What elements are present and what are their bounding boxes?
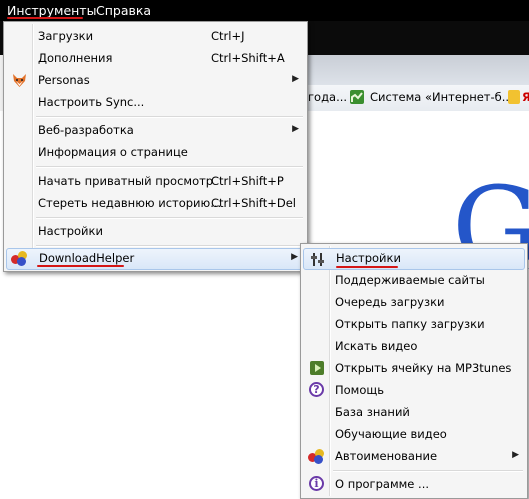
tools-underline-annotation bbox=[7, 17, 83, 19]
menu-separator bbox=[333, 470, 523, 472]
submenu-item-mp3tunes[interactable]: Открыть ячейку на MP3tunes bbox=[303, 358, 525, 379]
bookmark-item[interactable]: Система «Интернет-б... bbox=[370, 90, 513, 104]
submenu-item-label: Искать видео bbox=[335, 339, 418, 353]
menu-item-personas[interactable]: Personas ▶ bbox=[6, 70, 305, 91]
submenu-arrow-icon: ▶ bbox=[512, 450, 519, 460]
submenu-item-label: Автоименование bbox=[335, 449, 438, 463]
menu-item-label: Веб-разработка bbox=[38, 123, 134, 137]
bookmarks-toolbar: года... Система «Интернет-б... Я bbox=[300, 85, 529, 112]
menu-item-shortcut: Ctrl+J bbox=[211, 29, 245, 43]
submenu-item-label: Открыть ячейку на MP3tunes bbox=[335, 361, 512, 375]
fox-icon bbox=[11, 72, 28, 89]
bookmark-icon bbox=[350, 90, 364, 104]
menu-item-label: Настроить Sync... bbox=[38, 95, 145, 109]
submenu-item-label: О программе ... bbox=[335, 477, 429, 491]
help-icon: ? bbox=[309, 382, 326, 399]
tab-strip bbox=[300, 55, 529, 86]
menu-item-label: Дополнения bbox=[38, 51, 113, 65]
submenu-item-download-queue[interactable]: Очередь загрузки bbox=[303, 292, 525, 313]
submenu-item-about[interactable]: i О программе ... bbox=[303, 474, 525, 495]
menu-item-shortcut: Ctrl+Shift+P bbox=[211, 174, 284, 188]
settings-sliders-icon bbox=[309, 251, 326, 268]
submenu-arrow-icon: ▶ bbox=[292, 124, 299, 134]
menu-item-label: Стереть недавнюю историю... bbox=[38, 196, 222, 210]
menu-item-label: Загрузки bbox=[38, 29, 94, 43]
menu-item-shortcut: Ctrl+Shift+A bbox=[211, 51, 285, 65]
settings-underline-annotation bbox=[336, 266, 398, 268]
submenu-item-search-video[interactable]: Искать видео bbox=[303, 336, 525, 357]
play-icon bbox=[310, 361, 327, 378]
bookmark-item[interactable]: Я bbox=[522, 90, 529, 104]
downloadhelper-underline-annotation bbox=[37, 265, 124, 267]
downloadhelper-icon bbox=[11, 250, 28, 267]
menu-item-label: Информация о странице bbox=[38, 145, 188, 159]
menu-item-downloads[interactable]: Загрузки Ctrl+J bbox=[6, 26, 305, 47]
menu-item-label: Начать приватный просмотр bbox=[38, 174, 214, 188]
submenu-item-label: Поддерживаемые сайты bbox=[335, 273, 485, 287]
submenu-item-label: Помощь bbox=[335, 383, 385, 397]
submenu-item-training-video[interactable]: Обучающие видео bbox=[303, 424, 525, 445]
downloadhelper-submenu: Настройки Поддерживаемые сайты Очередь з… bbox=[300, 243, 528, 499]
menu-separator bbox=[36, 217, 303, 219]
submenu-item-autonaming[interactable]: Автоименование ▶ bbox=[303, 446, 525, 467]
menu-item-addons[interactable]: Дополнения Ctrl+Shift+A bbox=[6, 48, 305, 69]
menu-item-shortcut: Ctrl+Shift+Del bbox=[211, 196, 296, 210]
submenu-item-label: Обучающие видео bbox=[335, 427, 447, 441]
menu-separator bbox=[36, 166, 303, 168]
submenu-arrow-icon: ▶ bbox=[291, 252, 298, 262]
menu-item-pageinfo[interactable]: Информация о странице bbox=[6, 142, 305, 163]
submenu-item-label: Настройки bbox=[336, 251, 401, 265]
submenu-item-label: Открыть папку загрузки bbox=[335, 317, 485, 331]
menubar-tools[interactable]: Инструменты bbox=[7, 3, 96, 18]
menu-separator bbox=[36, 116, 303, 118]
downloadhelper-icon bbox=[308, 448, 325, 465]
menu-separator bbox=[36, 245, 303, 247]
bookmark-icon bbox=[508, 90, 520, 104]
submenu-item-open-folder[interactable]: Открыть папку загрузки bbox=[303, 314, 525, 335]
menu-item-label: Настройки bbox=[38, 224, 103, 238]
menu-item-settings[interactable]: Настройки bbox=[6, 221, 305, 242]
menu-item-private[interactable]: Начать приватный просмотр Ctrl+Shift+P bbox=[6, 171, 305, 192]
menu-item-sync[interactable]: Настроить Sync... bbox=[6, 92, 305, 113]
tools-menu: Загрузки Ctrl+J Дополнения Ctrl+Shift+A … bbox=[3, 21, 308, 272]
menu-item-clear-history[interactable]: Стереть недавнюю историю... Ctrl+Shift+D… bbox=[6, 193, 305, 214]
menu-item-webdev[interactable]: Веб-разработка ▶ bbox=[6, 120, 305, 141]
bookmark-item[interactable]: года... bbox=[308, 90, 347, 104]
submenu-item-supported-sites[interactable]: Поддерживаемые сайты bbox=[303, 270, 525, 291]
menubar-help[interactable]: Справка bbox=[96, 3, 151, 18]
menu-item-label: DownloadHelper bbox=[39, 251, 135, 265]
submenu-item-knowledge-base[interactable]: База знаний bbox=[303, 402, 525, 423]
menu-item-label: Personas bbox=[38, 73, 90, 87]
submenu-item-help[interactable]: ? Помощь bbox=[303, 380, 525, 401]
submenu-item-label: Очередь загрузки bbox=[335, 295, 445, 309]
info-icon: i bbox=[309, 476, 326, 493]
submenu-arrow-icon: ▶ bbox=[292, 74, 299, 84]
submenu-item-label: База знаний bbox=[335, 405, 410, 419]
